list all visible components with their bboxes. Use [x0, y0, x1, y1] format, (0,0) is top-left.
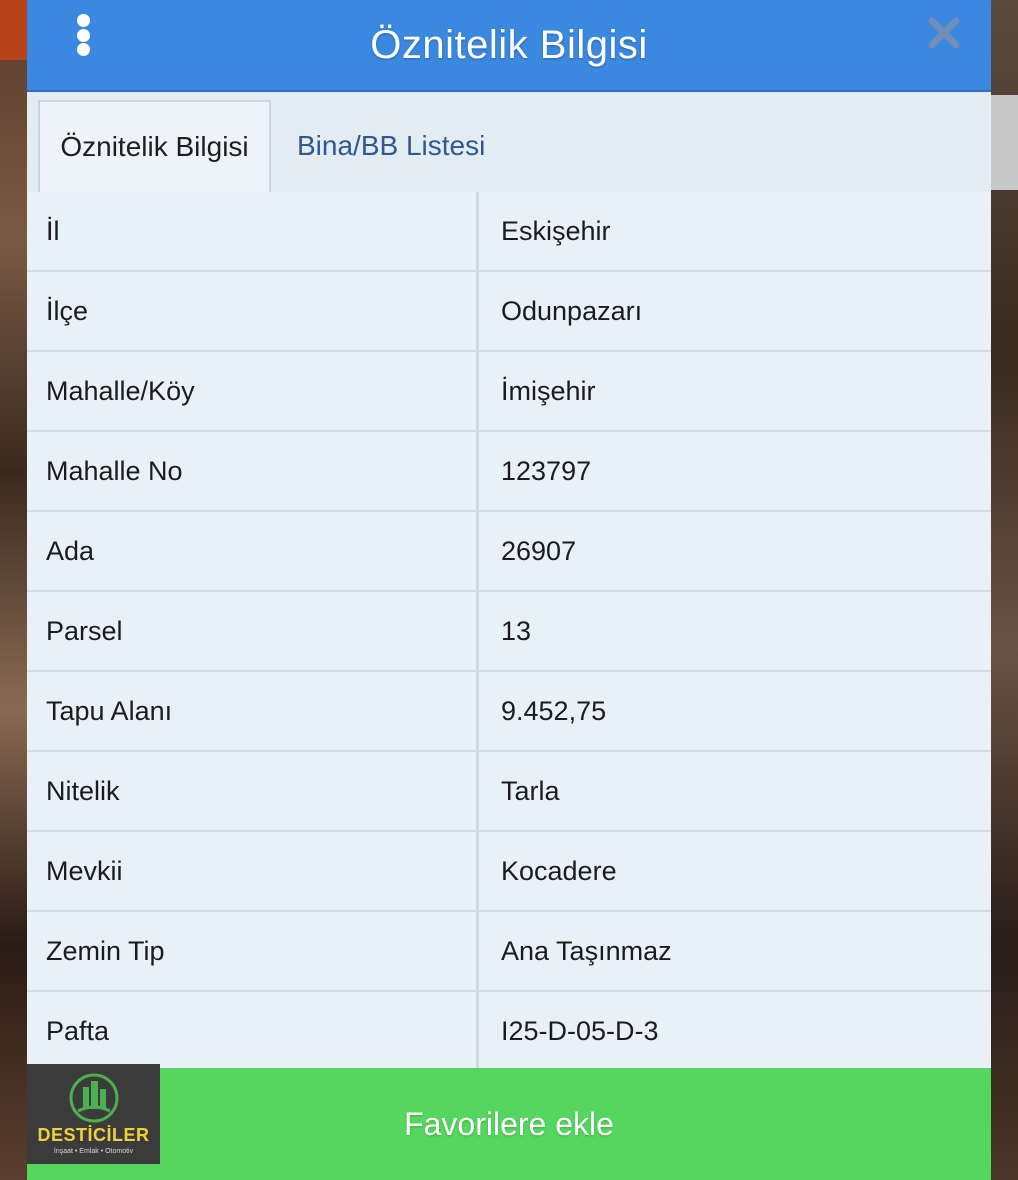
dialog-header: Öznitelik Bilgisi	[27, 0, 991, 92]
table-row: Pafta I25-D-05-D-3	[27, 992, 991, 1072]
attribute-value: İmişehir	[479, 352, 991, 430]
table-row: İlçe Odunpazarı	[27, 272, 991, 352]
attribute-value: 123797	[479, 432, 991, 510]
attribute-key: Tapu Alanı	[27, 672, 479, 750]
attribute-key: Mahalle No	[27, 432, 479, 510]
attribute-key: Pafta	[27, 992, 479, 1070]
table-row: Nitelik Tarla	[27, 752, 991, 832]
table-row: Mevkii Kocadere	[27, 832, 991, 912]
table-row: Ada 26907	[27, 512, 991, 592]
attribute-value: Ana Taşınmaz	[479, 912, 991, 990]
attribute-key: Zemin Tip	[27, 912, 479, 990]
table-row: Zemin Tip Ana Taşınmaz	[27, 912, 991, 992]
logo-brand: DESTİCİLER	[37, 1125, 150, 1145]
tab-attribute-info[interactable]: Öznitelik Bilgisi	[38, 100, 271, 192]
watermark-logo: DESTİCİLER İnşaat • Emlak • Otomotiv	[27, 1064, 160, 1164]
table-row: Parsel 13	[27, 592, 991, 672]
attribute-key: İlçe	[27, 272, 479, 350]
table-row: Mahalle/Köy İmişehir	[27, 352, 991, 432]
attribute-value: Kocadere	[479, 832, 991, 910]
attribute-key: Nitelik	[27, 752, 479, 830]
attribute-value: 9.452,75	[479, 672, 991, 750]
add-to-favorites-button[interactable]: Favorilere ekle	[27, 1068, 991, 1180]
attribute-value: Odunpazarı	[479, 272, 991, 350]
tab-bar: Öznitelik Bilgisi Bina/BB Listesi	[27, 92, 991, 194]
attribute-value: I25-D-05-D-3	[479, 992, 991, 1070]
attribute-table: İl Eskişehir İlçe Odunpazarı Mahalle/Köy…	[27, 192, 991, 1072]
attribute-info-dialog: Öznitelik Bilgisi Öznitelik Bilgisi Bina…	[27, 0, 991, 1180]
building-logo-icon	[69, 1073, 118, 1123]
attribute-key: Parsel	[27, 592, 479, 670]
attribute-value: Tarla	[479, 752, 991, 830]
table-row: Tapu Alanı 9.452,75	[27, 672, 991, 752]
attribute-key: Mahalle/Köy	[27, 352, 479, 430]
logo-tagline: İnşaat • Emlak • Otomotiv	[53, 1148, 134, 1155]
attribute-key: İl	[27, 192, 479, 270]
attribute-key: Ada	[27, 512, 479, 590]
dialog-title: Öznitelik Bilgisi	[370, 22, 648, 67]
attribute-value: 26907	[479, 512, 991, 590]
attribute-key: Mevkii	[27, 832, 479, 910]
scrollbar-thumb[interactable]	[991, 95, 1018, 190]
attribute-value: 13	[479, 592, 991, 670]
close-icon[interactable]	[927, 16, 961, 50]
table-row: Mahalle No 123797	[27, 432, 991, 512]
table-row: İl Eskişehir	[27, 192, 991, 272]
attribute-value: Eskişehir	[479, 192, 991, 270]
tab-building-list[interactable]: Bina/BB Listesi	[297, 100, 485, 192]
vertical-dots-icon[interactable]	[75, 14, 91, 56]
background-left	[0, 0, 27, 1180]
